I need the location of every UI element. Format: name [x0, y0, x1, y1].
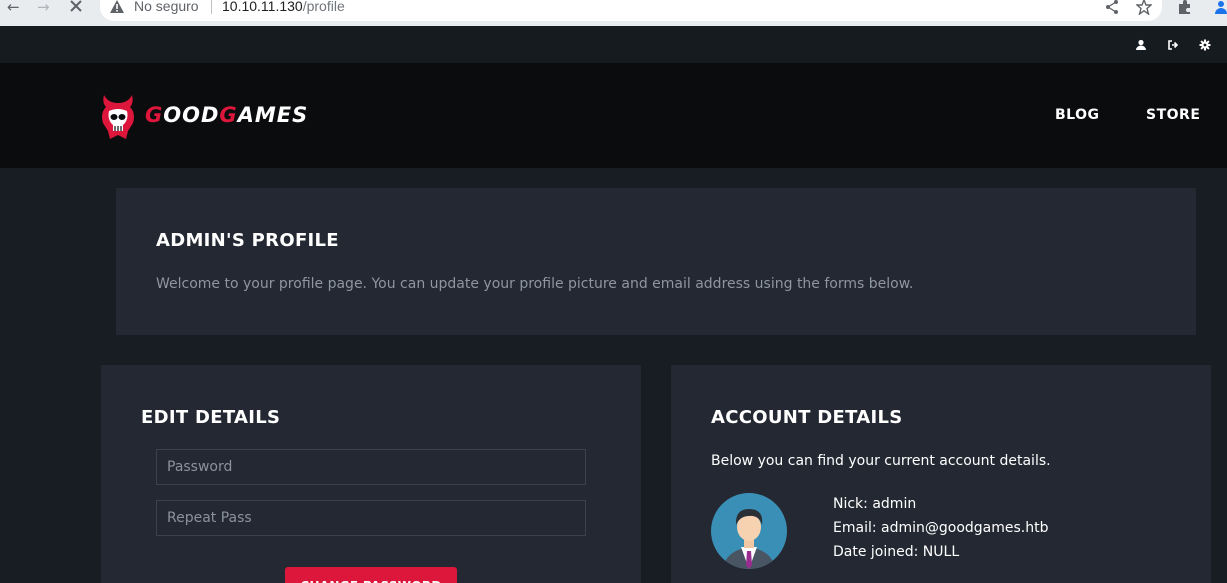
extensions-puzzle-icon[interactable]	[1177, 0, 1193, 15]
sign-out-icon[interactable]	[1167, 39, 1179, 51]
forward-arrow-icon[interactable]: →	[37, 0, 50, 16]
account-details-panel: ACCOUNT DETAILS Below you can find your …	[671, 365, 1211, 583]
bookmark-star-icon[interactable]	[1136, 0, 1152, 15]
repeat-password-field[interactable]	[156, 500, 586, 536]
url-text[interactable]: 10.10.11.130/profile	[222, 0, 345, 14]
edit-details-title: EDIT DETAILS	[141, 407, 281, 428]
logo-letters-ames: AMES	[237, 103, 309, 127]
avatar	[711, 493, 787, 569]
page-title: ADMIN'S PROFILE	[156, 230, 339, 251]
site-header: GOODGAMES BLOG STORE	[0, 63, 1227, 168]
user-icon[interactable]	[1135, 39, 1147, 51]
security-label[interactable]: No seguro	[134, 0, 199, 14]
edit-details-panel: EDIT DETAILS CHANGE PASSWORD	[101, 365, 641, 583]
account-nick: Nick: admin	[833, 496, 917, 512]
nav-store[interactable]: STORE	[1146, 107, 1200, 123]
stop-loading-icon[interactable]	[68, 0, 84, 14]
url-host: 10.10.11.130	[222, 0, 303, 14]
url-path: /profile	[302, 0, 345, 14]
skull-logo-icon	[102, 95, 134, 139]
profile-intro-panel: ADMIN'S PROFILE Welcome to your profile …	[116, 188, 1196, 335]
share-icon[interactable]	[1104, 0, 1120, 15]
account-date-joined: Date joined: NULL	[833, 544, 960, 560]
intro-text: Welcome to your profile page. You can up…	[156, 276, 914, 292]
logo-letter-g1: G	[145, 103, 164, 127]
logo-letters-ood: OOD	[163, 103, 220, 127]
browser-toolbar: ← → No seguro 10.10.11.130/profile	[0, 0, 1227, 26]
logo-letter-g2: G	[219, 103, 238, 127]
account-subtitle: Below you can find your current account …	[711, 453, 1051, 469]
nav-blog[interactable]: BLOG	[1055, 107, 1100, 123]
logo-wordmark: GOODGAMES	[145, 103, 308, 127]
profile-avatar-icon[interactable]	[1213, 0, 1227, 15]
site-logo[interactable]: GOODGAMES	[98, 91, 307, 141]
back-arrow-icon[interactable]: ←	[7, 0, 20, 16]
top-bar	[0, 26, 1227, 63]
divider	[211, 0, 212, 14]
account-details-title: ACCOUNT DETAILS	[711, 407, 903, 428]
gear-icon[interactable]	[1199, 39, 1211, 51]
warning-icon	[110, 0, 124, 13]
change-password-button[interactable]: CHANGE PASSWORD	[285, 567, 457, 583]
password-field[interactable]	[156, 449, 586, 485]
account-email: Email: admin@goodgames.htb	[833, 520, 1049, 536]
